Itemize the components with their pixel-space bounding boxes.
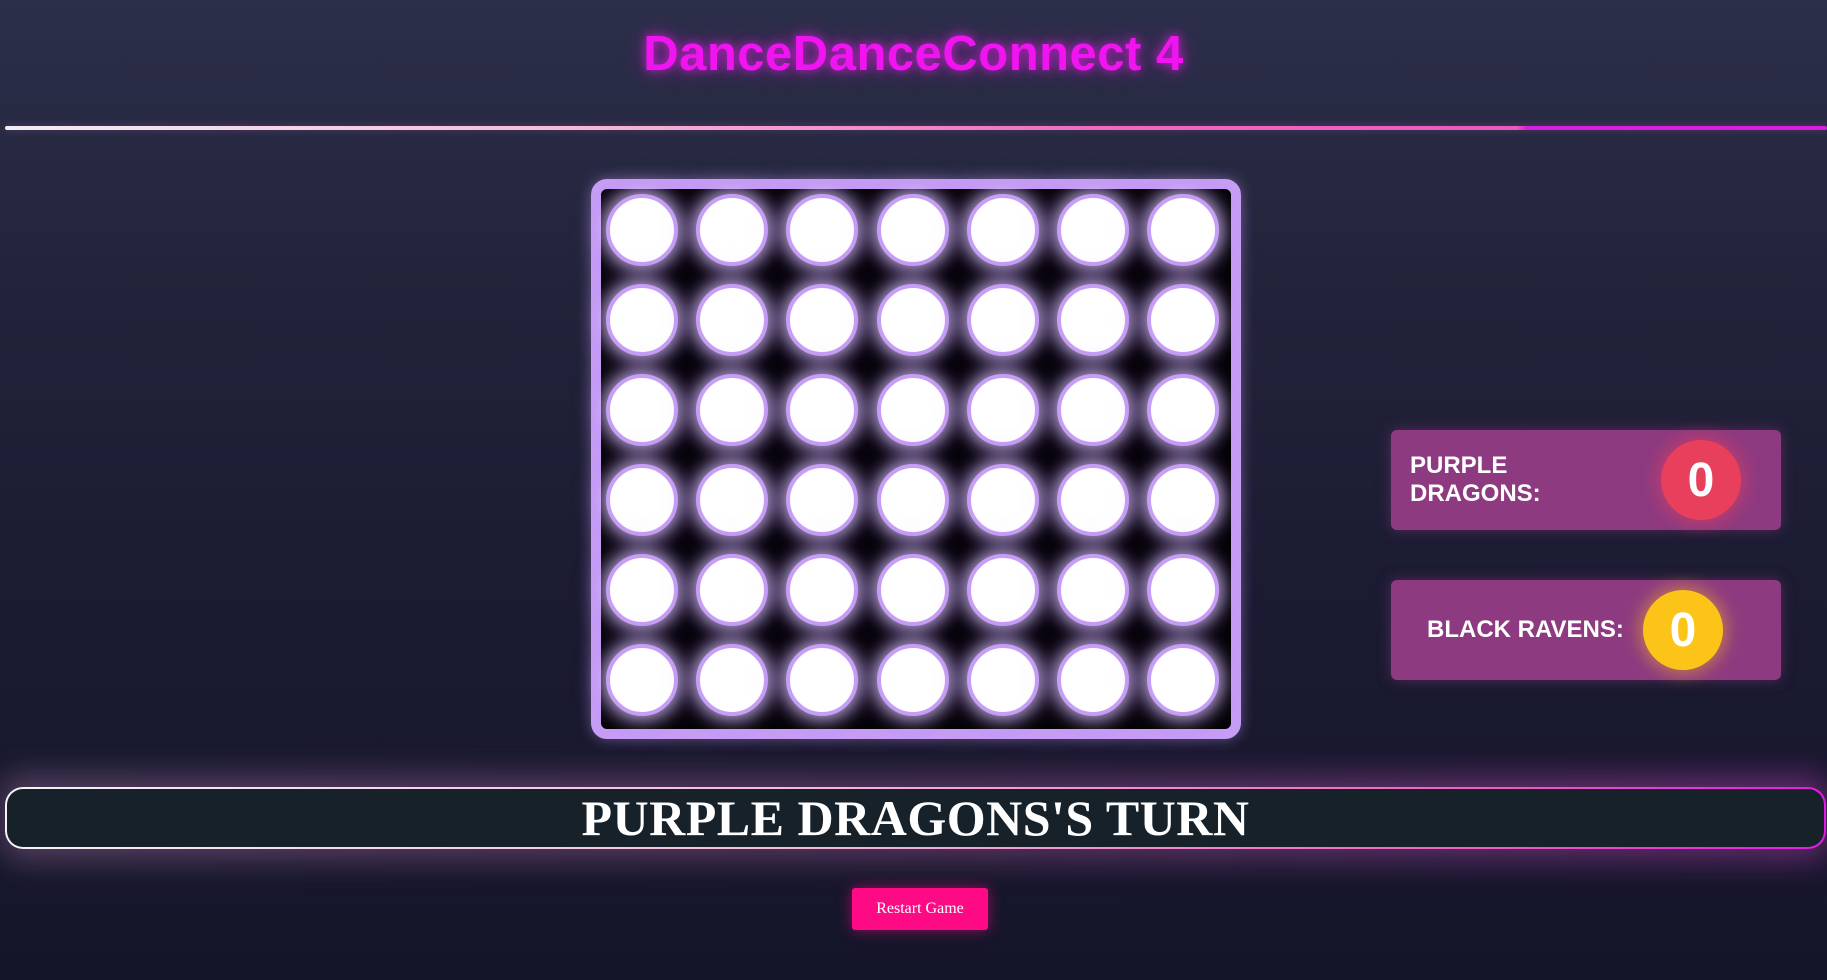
board-cell[interactable] xyxy=(967,644,1039,716)
board-cell[interactable] xyxy=(967,374,1039,446)
board-cell[interactable] xyxy=(1057,554,1129,626)
board-cell[interactable] xyxy=(786,194,858,266)
board-cell[interactable] xyxy=(1147,284,1219,356)
board-cell[interactable] xyxy=(1147,464,1219,536)
board-cell[interactable] xyxy=(606,194,678,266)
board-cell[interactable] xyxy=(1057,284,1129,356)
board-cell[interactable] xyxy=(696,644,768,716)
score-value-black-ravens: 0 xyxy=(1643,590,1723,670)
board-cell[interactable] xyxy=(786,284,858,356)
header-divider xyxy=(5,126,1827,130)
board-cell[interactable] xyxy=(877,554,949,626)
board-cell[interactable] xyxy=(786,554,858,626)
board-cell[interactable] xyxy=(877,644,949,716)
score-label-black-ravens: BLACK RAVENS: xyxy=(1427,616,1624,643)
board-cell[interactable] xyxy=(606,374,678,446)
score-label-purple-dragons: PURPLE DRAGONS: xyxy=(1410,452,1541,507)
board-cell[interactable] xyxy=(877,374,949,446)
board-cell[interactable] xyxy=(786,644,858,716)
board-cell[interactable] xyxy=(1057,464,1129,536)
board-cell[interactable] xyxy=(696,194,768,266)
board-cell[interactable] xyxy=(1057,374,1129,446)
board-cell[interactable] xyxy=(967,284,1039,356)
board-cell[interactable] xyxy=(1147,194,1219,266)
restart-game-button[interactable]: Restart Game xyxy=(852,888,988,930)
board-cell[interactable] xyxy=(967,554,1039,626)
board-cell[interactable] xyxy=(1147,644,1219,716)
board-cell[interactable] xyxy=(696,284,768,356)
board-cell[interactable] xyxy=(606,464,678,536)
board-cell[interactable] xyxy=(696,374,768,446)
board-cell[interactable] xyxy=(877,464,949,536)
board-cell[interactable] xyxy=(696,554,768,626)
board-cell[interactable] xyxy=(967,194,1039,266)
board-cell[interactable] xyxy=(1057,644,1129,716)
board-cell[interactable] xyxy=(1147,554,1219,626)
board-cell[interactable] xyxy=(786,374,858,446)
board-cell[interactable] xyxy=(877,194,949,266)
score-value-purple-dragons: 0 xyxy=(1661,440,1741,520)
score-card-purple-dragons: PURPLE DRAGONS: 0 xyxy=(1391,430,1781,530)
board-cell[interactable] xyxy=(786,464,858,536)
board-cell[interactable] xyxy=(696,464,768,536)
board-cell[interactable] xyxy=(606,284,678,356)
board-cell[interactable] xyxy=(1057,194,1129,266)
game-board xyxy=(591,179,1241,739)
game-title: DanceDanceConnect 4 xyxy=(643,27,1184,81)
score-card-black-ravens: BLACK RAVENS: 0 xyxy=(1391,580,1781,680)
board-cell[interactable] xyxy=(967,464,1039,536)
board-cell[interactable] xyxy=(877,284,949,356)
turn-text: PURPLE DRAGONS'S TURN xyxy=(581,790,1250,846)
board-cell[interactable] xyxy=(1147,374,1219,446)
board-cell[interactable] xyxy=(606,644,678,716)
board-cell[interactable] xyxy=(606,554,678,626)
turn-indicator: PURPLE DRAGONS'S TURN xyxy=(5,787,1826,849)
